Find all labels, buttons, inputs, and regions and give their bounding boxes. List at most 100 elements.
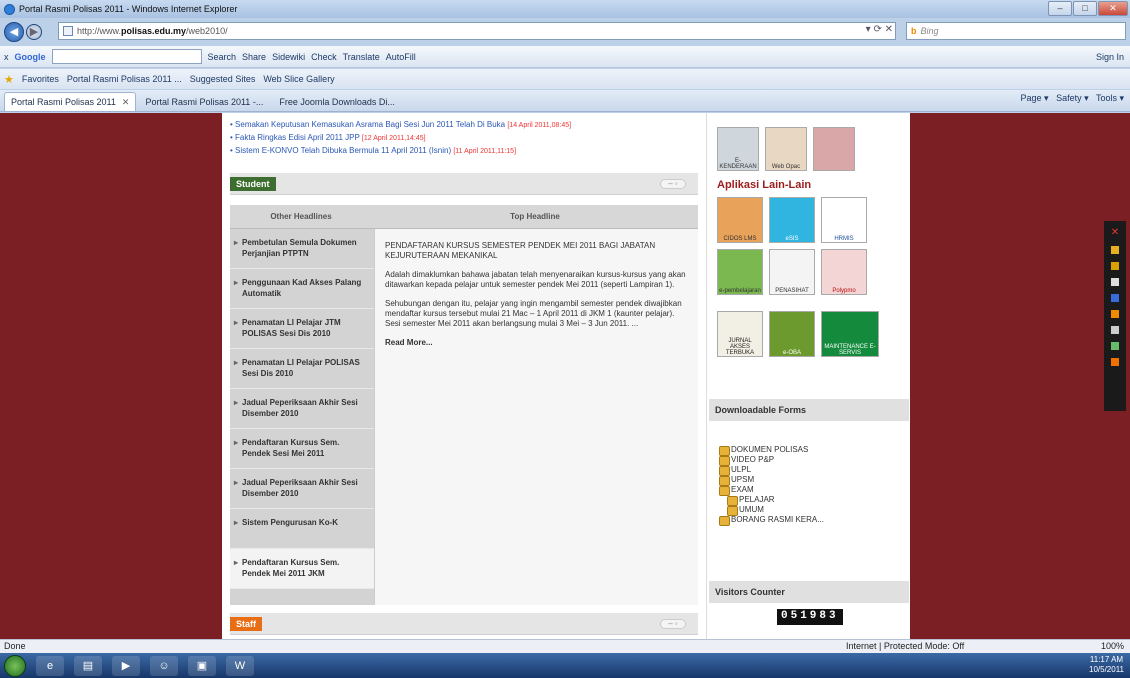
headline-link[interactable]: Sistem Pengurusan Ko-K xyxy=(230,509,374,549)
person-icon[interactable] xyxy=(1111,278,1119,286)
google-item-translate[interactable]: Translate xyxy=(343,52,380,62)
start-button[interactable] xyxy=(4,654,26,677)
thumb-label: CIDOS LMS xyxy=(723,236,757,242)
form-folder[interactable]: PELAJAR xyxy=(719,495,824,506)
document-icon[interactable] xyxy=(1111,326,1119,334)
app-thumb-jurnal[interactable]: JURNAL AKSES TERBUKA xyxy=(717,311,763,357)
pen-icon[interactable] xyxy=(1111,246,1119,254)
form-folder[interactable]: VIDEO P&P xyxy=(719,455,824,466)
favorite-item[interactable]: Portal Rasmi Polisas 2011 ... xyxy=(67,74,182,84)
close-icon[interactable]: ✕ xyxy=(1111,227,1119,238)
maximize-button[interactable]: □ xyxy=(1073,1,1097,16)
note-icon[interactable] xyxy=(1111,310,1119,318)
module-toggle-icon[interactable]: – ◦ xyxy=(660,179,686,189)
headline-link[interactable]: Jadual Peperiksaan Akhir Sesi Disember 2… xyxy=(230,469,374,509)
form-folder[interactable]: DOKUMEN POLISAS xyxy=(719,445,824,456)
module-toggle-icon[interactable]: – ◦ xyxy=(660,619,686,629)
close-toolbar-icon[interactable]: x xyxy=(4,52,9,62)
command-bar: Page ▾ Safety ▾ Tools ▾ xyxy=(1020,93,1124,103)
favorites-star-icon[interactable]: ★ xyxy=(4,73,14,86)
google-item-sidewiki[interactable]: Sidewiki xyxy=(272,52,305,62)
news-item[interactable]: • Sistem E-KONVO Telah Dibuka Bermula 11… xyxy=(222,145,706,158)
headline-link[interactable]: Pendaftaran Kursus Sem. Pendek Sesi Mei … xyxy=(230,429,374,469)
zoom-icon[interactable] xyxy=(1111,262,1119,270)
google-item-search[interactable]: Search xyxy=(208,52,237,62)
minimize-button[interactable]: – xyxy=(1048,1,1072,16)
status-text: Done xyxy=(4,641,26,651)
form-folder[interactable]: EXAM xyxy=(719,485,824,496)
news-text: Semakan Keputusan Kemasukan Asrama Bagi … xyxy=(235,120,506,129)
favorite-item[interactable]: Web Slice Gallery xyxy=(263,74,334,84)
close-tab-icon[interactable]: ✕ xyxy=(122,97,130,108)
form-folder[interactable]: ULPL xyxy=(719,465,824,476)
app-thumb-webopac[interactable]: Web Opac xyxy=(765,127,807,171)
rss-icon[interactable] xyxy=(1111,358,1119,366)
window-controls: – □ ✕ xyxy=(1048,1,1128,16)
headline-link[interactable]: Penggunaan Kad Akses Palang Automatik xyxy=(230,269,374,309)
google-search-input[interactable] xyxy=(51,49,202,64)
google-item-autofill[interactable]: AutoFill xyxy=(386,52,416,62)
app-thumb-penasihat[interactable]: PENASIHAT xyxy=(769,249,815,295)
news-date: [11 April 2011,11:15] xyxy=(453,148,517,155)
app-thumbs-row-3: JURNAL AKSES TERBUKA e-OBA MAINTENANCE E… xyxy=(707,311,910,357)
taskbar-app-icon[interactable]: ▣ xyxy=(188,655,216,676)
google-item-share[interactable]: Share xyxy=(242,52,266,62)
app-thumb-epembelajaran[interactable]: e-pembelajaran xyxy=(717,249,763,295)
read-more-link[interactable]: Read More... xyxy=(385,338,688,348)
system-clock[interactable]: 11:17 AM 10/5/2011 xyxy=(1089,655,1124,675)
headline-link[interactable]: Pembetulan Semula Dokumen Perjanjian PTP… xyxy=(230,229,374,269)
forward-button[interactable]: ▶ xyxy=(26,24,42,40)
taskbar-word-icon[interactable]: W xyxy=(226,655,254,676)
sign-in-link[interactable]: Sign In xyxy=(1096,52,1124,62)
news-item[interactable]: • Fakta Ringkas Edisi April 2011 JPP [12… xyxy=(222,132,706,145)
tab-polisas-2[interactable]: Portal Rasmi Polisas 2011 -... xyxy=(138,92,270,111)
tab-joomla[interactable]: Free Joomla Downloads Di... xyxy=(272,92,402,111)
refresh-stop-icons[interactable]: ▾ ⟳ ✕ xyxy=(866,24,893,35)
headline-link[interactable]: Jadual Peperiksaan Akhir Sesi Disember 2… xyxy=(230,389,374,429)
visitors-heading: Visitors Counter xyxy=(709,581,909,603)
favorites-label[interactable]: Favorites xyxy=(22,74,59,84)
news-item[interactable]: • Semakan Keputusan Kemasukan Asrama Bag… xyxy=(222,119,706,132)
zoom-level[interactable]: 100% xyxy=(1101,640,1124,653)
headline-link[interactable]: Penamatan LI Pelajar POLISAS Sesi Dis 20… xyxy=(230,349,374,389)
clock-date: 10/5/2011 xyxy=(1089,665,1124,674)
taskbar-media-icon[interactable]: ▶ xyxy=(112,655,140,676)
thumb-label: MAINTENANCE E-SERVIS xyxy=(824,344,876,356)
security-zone[interactable]: Internet | Protected Mode: Off xyxy=(846,640,964,653)
sidebar: E-KENDERAAN Web Opac Aplikasi Lain-Lain … xyxy=(706,113,910,639)
back-button[interactable]: ◀ xyxy=(4,22,24,42)
panel-header: Other Headlines Top Headline xyxy=(230,205,698,229)
app-thumbs-row-1: CIDOS LMS eSIS HRMIS xyxy=(707,197,910,243)
app-thumb-cidos[interactable]: CIDOS LMS xyxy=(717,197,763,243)
cmd-page[interactable]: Page xyxy=(1021,93,1042,103)
google-item-check[interactable]: Check xyxy=(311,52,337,62)
app-thumb-ekenderaan[interactable]: E-KENDERAAN xyxy=(717,127,759,171)
top-headline-heading: Top Headline xyxy=(510,212,560,221)
favorite-item[interactable]: Suggested Sites xyxy=(190,74,256,84)
form-folder[interactable]: UMUM xyxy=(719,505,824,516)
accessibility-icon[interactable] xyxy=(1111,294,1119,302)
bing-icon: b xyxy=(911,26,917,36)
app-thumb-esis[interactable]: eSIS xyxy=(769,197,815,243)
cmd-safety[interactable]: Safety xyxy=(1056,93,1082,103)
app-thumb-eservis[interactable]: MAINTENANCE E-SERVIS xyxy=(821,311,879,357)
news-text: Fakta Ringkas Edisi April 2011 JPP xyxy=(235,133,360,142)
tab-polisas-1[interactable]: Portal Rasmi Polisas 2011 ✕ xyxy=(4,92,137,111)
cmd-tools[interactable]: Tools xyxy=(1096,93,1117,103)
taskbar-folder-icon[interactable]: ▤ xyxy=(74,655,102,676)
taskbar-ie-icon[interactable]: e xyxy=(36,655,64,676)
form-folder[interactable]: BORANG RASMI KERA... xyxy=(719,515,824,526)
article-paragraph: Sehubungan dengan itu, pelajar yang ingi… xyxy=(385,299,682,328)
app-thumb-hrmis[interactable]: HRMIS xyxy=(821,197,867,243)
headline-link-current[interactable]: Pendaftaran Kursus Sem. Pendek Mei 2011 … xyxy=(230,549,374,589)
taskbar-messenger-icon[interactable]: ☺ xyxy=(150,655,178,676)
app-thumb-people[interactable] xyxy=(813,127,855,171)
address-bar[interactable]: http://www. polisas.edu.my/web2010/ ▾ ⟳ ✕ xyxy=(58,22,896,40)
app-thumb-polypmo[interactable]: Polypmo xyxy=(821,249,867,295)
close-window-button[interactable]: ✕ xyxy=(1098,1,1128,16)
form-folder[interactable]: UPSM xyxy=(719,475,824,486)
headline-link[interactable]: Penamatan LI Pelajar JTM POLISAS Sesi Di… xyxy=(230,309,374,349)
search-box[interactable]: b Bing xyxy=(906,22,1126,40)
app-thumb-eoba[interactable]: e-OBA xyxy=(769,311,815,357)
grid-icon[interactable] xyxy=(1111,342,1119,350)
